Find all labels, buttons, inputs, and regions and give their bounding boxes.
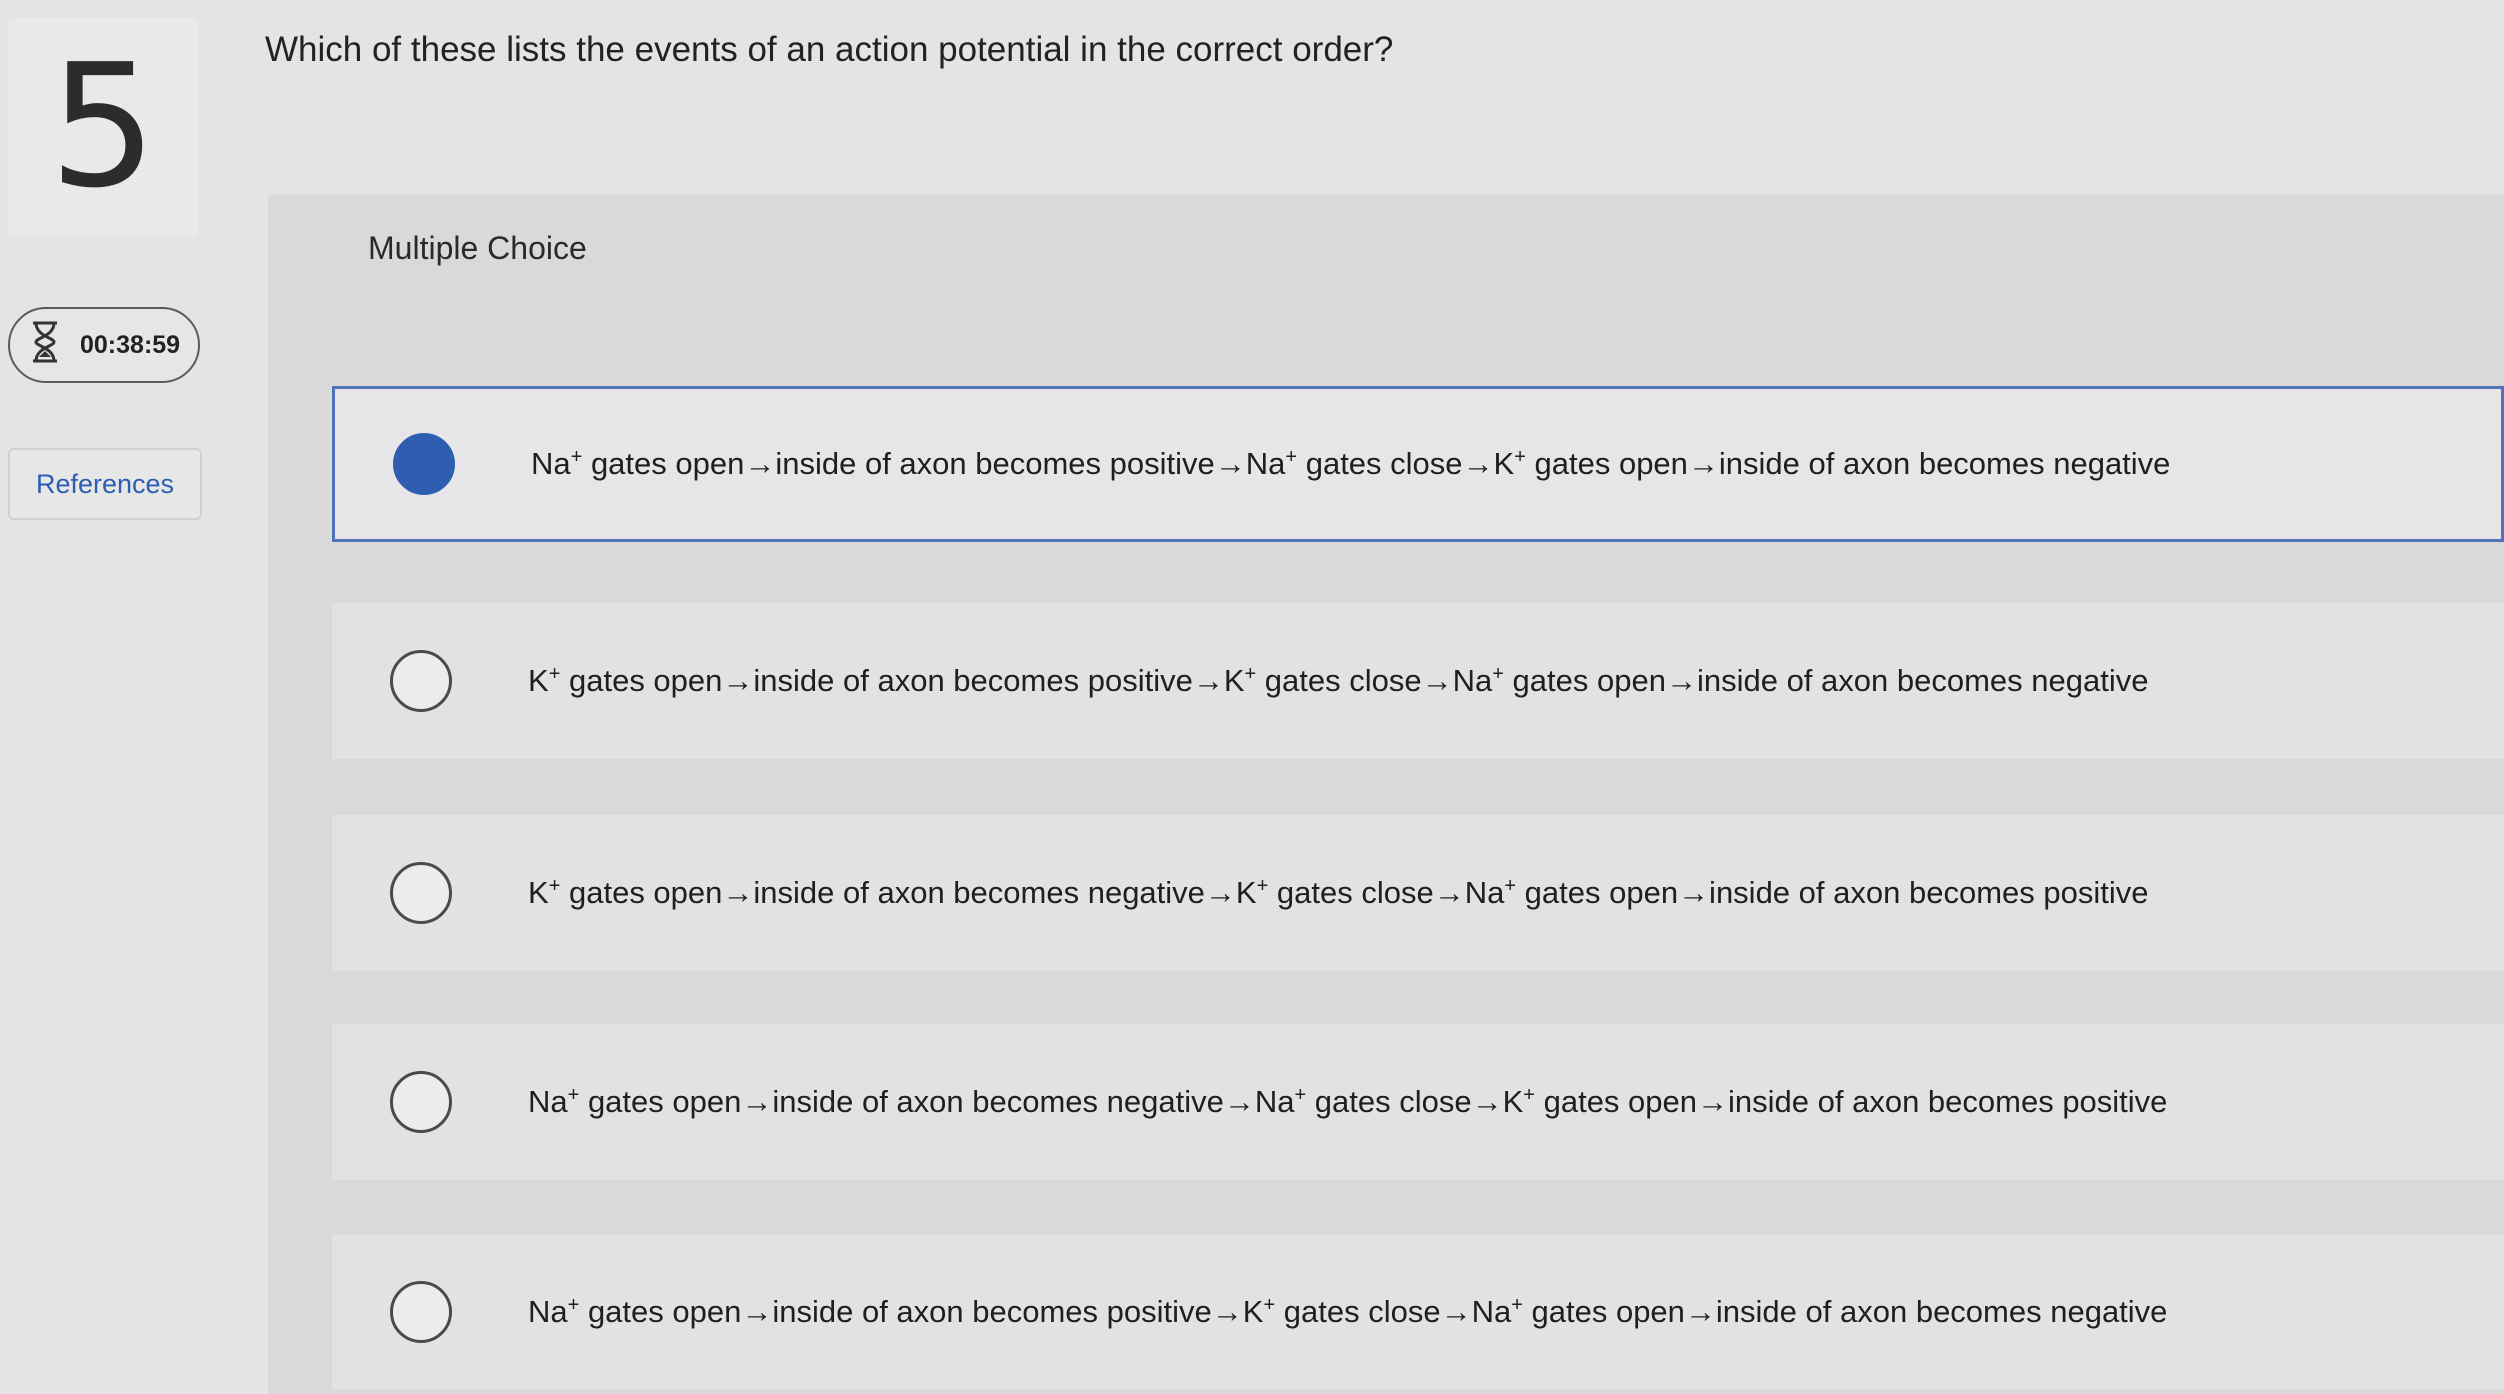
references-button[interactable]: References: [8, 448, 202, 520]
radio-button[interactable]: [390, 862, 452, 924]
answer-option-5[interactable]: Na+ gates open→inside of axon becomes po…: [332, 1234, 2504, 1390]
timer-value: 00:38:59: [80, 330, 181, 359]
option-text: Na+ gates open→inside of axon becomes po…: [531, 445, 2171, 482]
question-type-label: Multiple Choice: [368, 230, 587, 266]
option-text: Na+ gates open→inside of axon becomes po…: [528, 1293, 2168, 1330]
answer-option-1[interactable]: Na+ gates open→inside of axon becomes po…: [332, 386, 2504, 542]
sidebar: 5 00:38:59 References: [0, 0, 260, 1394]
answer-option-2[interactable]: K+ gates open→inside of axon becomes pos…: [332, 603, 2504, 759]
option-text: Na+ gates open→inside of axon becomes ne…: [528, 1083, 2168, 1120]
answer-option-3[interactable]: K+ gates open→inside of axon becomes neg…: [332, 815, 2504, 971]
option-text: K+ gates open→inside of axon becomes neg…: [528, 874, 2149, 911]
option-text: K+ gates open→inside of axon becomes pos…: [528, 662, 2149, 699]
radio-button[interactable]: [390, 1281, 452, 1343]
question-text: Which of these lists the events of an ac…: [265, 30, 1394, 69]
timer[interactable]: 00:38:59: [8, 307, 200, 383]
radio-button-selected[interactable]: [393, 433, 455, 495]
answer-panel: [268, 195, 2504, 1394]
radio-button[interactable]: [390, 1071, 452, 1133]
radio-button[interactable]: [390, 650, 452, 712]
hourglass-icon: [28, 320, 62, 371]
question-number: 5: [8, 18, 198, 236]
answer-option-4[interactable]: Na+ gates open→inside of axon becomes ne…: [332, 1024, 2504, 1180]
